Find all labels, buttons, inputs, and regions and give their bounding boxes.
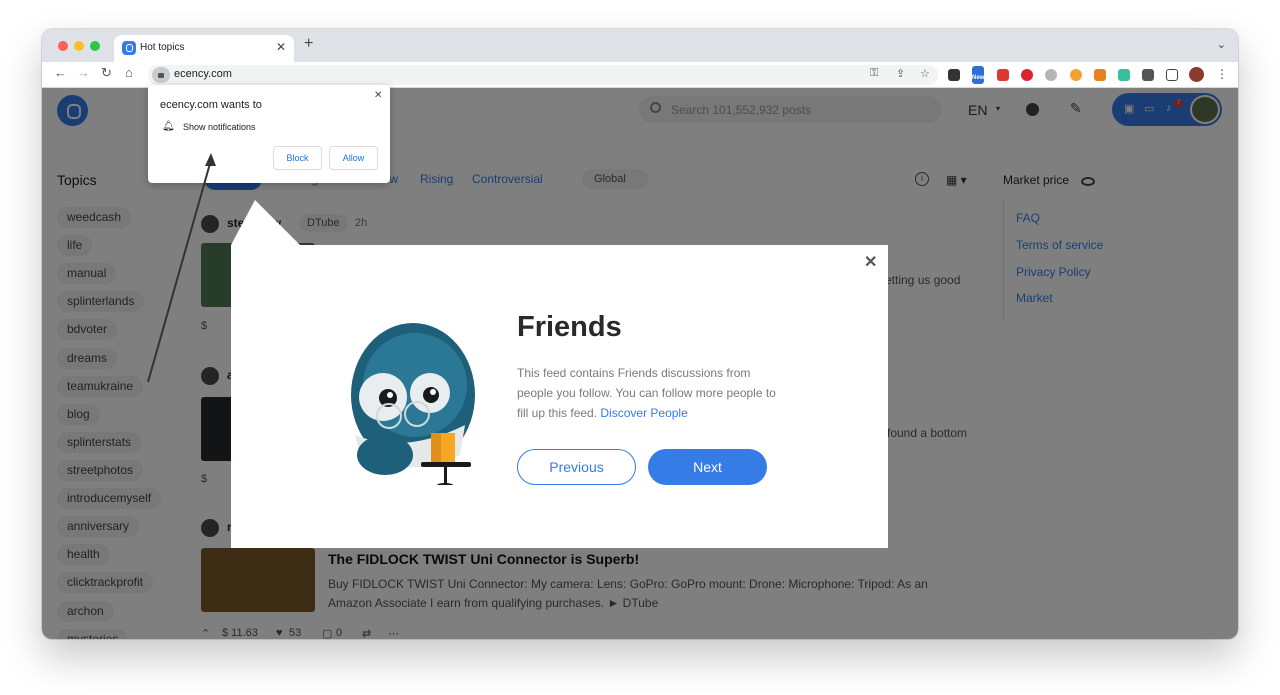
modal-description: This feed contains Friends discussions f… [517, 363, 779, 423]
permission-item: Show notifications [183, 122, 256, 132]
minimize-window-button[interactable] [74, 41, 84, 51]
allow-button[interactable]: Allow [329, 146, 378, 170]
extension-new-icon[interactable]: New [972, 66, 984, 84]
url-text: ecency.com [174, 68, 232, 80]
side-panel-icon[interactable] [1166, 69, 1178, 81]
tab-title: Hot topics [140, 42, 185, 53]
close-window-button[interactable] [58, 41, 68, 51]
share-icon[interactable]: ⇪ [896, 67, 905, 80]
extension-icon[interactable] [997, 69, 1009, 81]
bell-icon: 🔔︎ [162, 121, 175, 132]
ecency-favicon-icon [122, 41, 136, 55]
next-button[interactable]: Next [648, 449, 767, 485]
metamask-icon[interactable] [1094, 69, 1106, 81]
tab-strip: Hot topics ✕ + ⌄ [42, 29, 1238, 62]
profile-avatar[interactable] [1189, 67, 1204, 82]
adblock-icon[interactable] [1021, 69, 1033, 81]
bookmark-star-icon[interactable]: ☆ [920, 67, 930, 80]
address-bar[interactable]: ecency.com ⚿ ⇪ ☆ [148, 65, 938, 85]
puzzle-icon[interactable] [1142, 69, 1154, 81]
maximize-window-button[interactable] [90, 41, 100, 51]
home-icon[interactable]: ⌂ [125, 65, 133, 80]
tab-search-icon[interactable]: ⌄ [1217, 38, 1226, 51]
close-icon[interactable]: ✕ [864, 252, 877, 272]
extension-icon[interactable] [948, 69, 960, 81]
extension-icon[interactable] [1045, 69, 1057, 81]
forward-icon[interactable]: → [77, 65, 90, 80]
close-icon[interactable]: ✕ [374, 90, 382, 101]
discover-people-link[interactable]: Discover People [600, 406, 687, 420]
more-menu-icon[interactable]: ⋮ [1216, 67, 1228, 81]
modal-title: Friends [517, 311, 622, 343]
new-tab-button[interactable]: + [304, 35, 313, 53]
key-icon[interactable]: ⚿ [870, 67, 878, 80]
permission-title: ecency.com wants to [160, 99, 262, 111]
extension-icon[interactable] [1118, 69, 1130, 81]
onboarding-modal: ✕ Friends This feed contains Friends dis… [231, 245, 888, 548]
back-icon[interactable]: ← [54, 65, 67, 80]
chrome-icon[interactable] [1070, 69, 1082, 81]
notification-permission-popup: ecency.com wants to ✕ 🔔︎ Show notificati… [148, 85, 390, 183]
browser-tab[interactable]: Hot topics ✕ [114, 35, 294, 62]
previous-button[interactable]: Previous [517, 449, 636, 485]
mascot-illustration [351, 323, 475, 485]
tab-close-icon[interactable]: ✕ [276, 40, 286, 54]
lock-icon[interactable] [152, 67, 170, 83]
reload-icon[interactable]: ↻ [101, 65, 112, 81]
block-button[interactable]: Block [273, 146, 322, 170]
